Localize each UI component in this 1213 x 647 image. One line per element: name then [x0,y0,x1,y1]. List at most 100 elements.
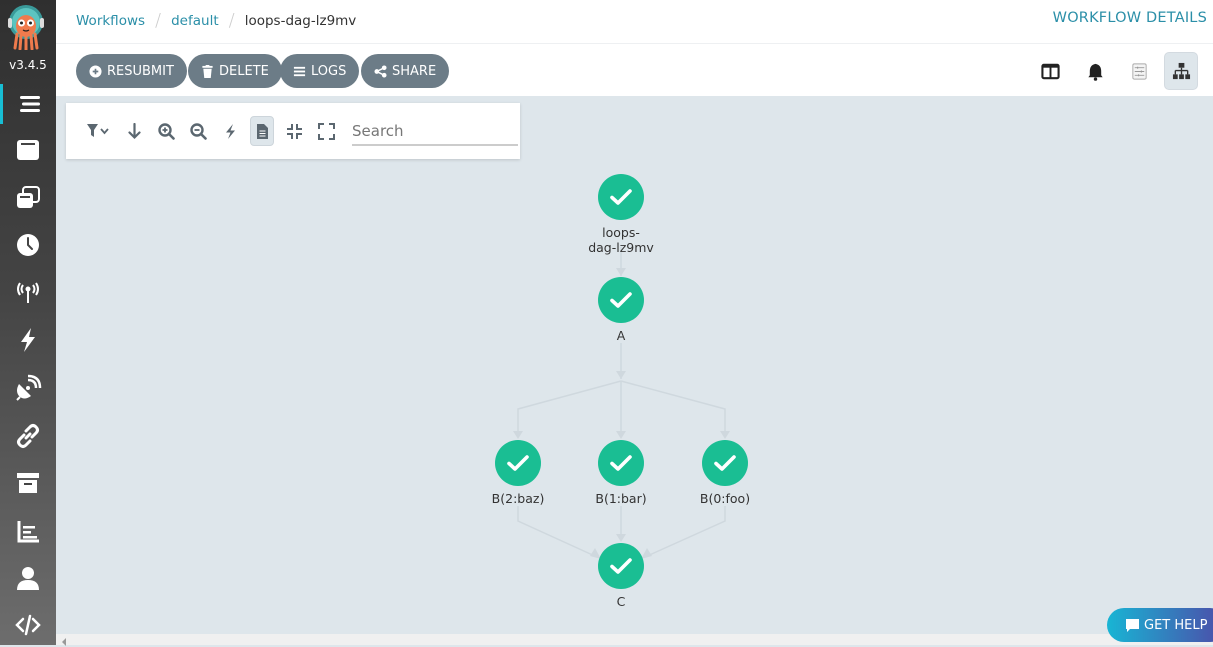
zoom-in-button[interactable] [154,116,178,146]
graph-node-C[interactable]: C [598,543,644,609]
node-status-circle [495,440,541,486]
breadcrumb-separator: / [155,10,162,31]
node-label: B(2:baz) [492,491,545,506]
top-bar: Workflows / default / loops-dag-lz9mv WO… [56,0,1213,44]
graph-canvas[interactable]: loops-dag-lz9mv A B(2:baz) B(1:bar) B(0:foo)… [56,96,1213,634]
summary-view-button[interactable] [1122,52,1156,90]
graph-node-A[interactable]: A [598,277,644,343]
graph-search-input[interactable] [352,116,518,146]
node-label: C [617,594,626,609]
nav-event-flow[interactable] [0,368,56,408]
action-toolbar: RESUBMIT DELETE LOGS SHARE [56,44,1213,96]
event-sources-icon [17,282,39,303]
node-label: loops- [602,225,640,240]
fast-layout-button[interactable] [218,116,242,146]
share-button[interactable]: SHARE [361,54,450,88]
link-icon [17,424,39,448]
logs-button[interactable]: LOGS [280,54,360,88]
archived-workflows-icon [17,473,39,493]
breadcrumb-separator: / [228,10,235,31]
node-label: A [617,328,626,343]
nav-user[interactable] [0,558,56,598]
graph-node-B0[interactable]: B(0:foo) [700,440,750,506]
share-icon [374,64,387,78]
node-status-circle [702,440,748,486]
sitemap-icon [1172,62,1190,79]
edge-arrowhead [616,431,626,439]
node-status-circle [598,277,644,323]
resubmit-button[interactable]: RESUBMIT [76,54,187,88]
sensors-icon [21,328,35,352]
edge-A-B2 [517,380,622,437]
expand-icon [317,122,335,140]
breadcrumb: Workflows / default / loops-dag-lz9mv [76,10,356,31]
horizontal-scrollbar[interactable] [56,634,1213,647]
scroll-left-arrow-icon[interactable] [60,636,68,647]
get-help-label: GET HELP [1144,617,1208,633]
workflow-graph: loops-dag-lz9mv A B(2:baz) B(1:bar) B(0:foo)… [492,174,750,609]
nav-event-sources[interactable] [0,272,56,312]
api-docs-icon [15,614,41,636]
nav-workflows[interactable] [0,84,56,124]
graph-view-button[interactable] [1164,52,1198,90]
edge-arrowhead [590,548,601,559]
edge-arrowhead [641,548,652,559]
node-label: B(1:bar) [595,491,646,506]
split-view-button[interactable] [1033,52,1067,90]
nav-workflow-templates[interactable] [0,130,56,170]
bars-icon [293,66,306,76]
delete-button[interactable]: DELETE [188,54,282,88]
edge-arrowhead [616,534,626,542]
columns-icon [1040,63,1060,79]
node-status-circle [598,440,644,486]
get-help-button[interactable]: GET HELP [1107,608,1213,642]
arrow-down-icon [127,122,141,139]
bolt-icon [225,123,235,139]
compress-icon [286,123,302,139]
nav-archived-workflows[interactable] [0,463,56,503]
cron-workflows-icon [17,234,39,256]
node-status-circle [598,174,644,220]
node-status-circle [598,543,644,589]
workflows-icon [19,96,40,112]
cluster-workflow-templates-icon [17,186,40,208]
edge-A-B0 [620,380,726,437]
share-label: SHARE [392,63,437,79]
artifacts-toggle-button[interactable] [250,116,274,146]
zoom-out-button[interactable] [186,116,210,146]
collapse-button[interactable] [282,116,306,146]
graph-toolbar [66,103,520,159]
plus-circle-icon [89,64,102,78]
file-icon [256,123,268,139]
graph-node-B1[interactable]: B(1:bar) [595,440,647,506]
edge-arrowhead [616,268,626,276]
nav-cluster-workflow-templates[interactable] [0,178,56,218]
events-button[interactable] [1078,52,1112,90]
edge-B0-C [644,506,726,558]
nav-reports[interactable] [0,511,56,551]
reports-icon [17,521,39,543]
breadcrumb-namespace[interactable]: default [171,13,219,29]
argo-logo[interactable] [6,4,46,52]
event-flow-icon [16,374,42,401]
user-icon [17,567,39,590]
graph-node-root[interactable]: loops-dag-lz9mv [588,174,654,255]
trash-icon [202,64,213,78]
expand-nodes-button[interactable] [122,116,146,146]
breadcrumb-current: loops-dag-lz9mv [244,12,357,29]
graph-node-B2[interactable]: B(2:baz) [492,440,545,506]
nav-api-docs[interactable] [0,605,56,645]
nav-cron-workflows[interactable] [0,225,56,265]
nav-sensors[interactable] [0,320,56,360]
bell-icon [1087,63,1103,81]
page-title: WORKFLOW DETAILS [1052,10,1207,26]
chat-icon [1126,618,1139,632]
delete-label: DELETE [219,63,269,79]
nav-links[interactable] [0,416,56,456]
fit-screen-button[interactable] [314,116,338,146]
breadcrumb-workflows[interactable]: Workflows [76,13,145,29]
edge-B2-C [517,506,598,558]
sliders-icon [1131,62,1147,80]
node-label: B(0:foo) [700,491,750,506]
filter-dropdown-button[interactable] [82,116,114,146]
